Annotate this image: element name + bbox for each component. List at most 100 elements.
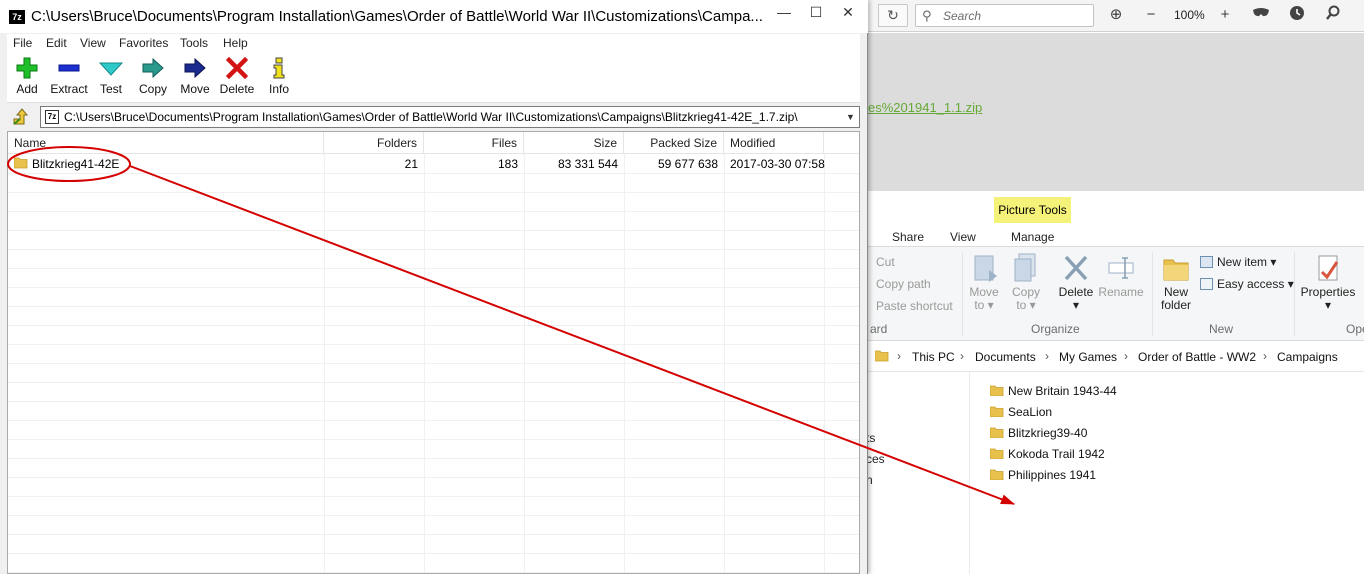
clipboard-group-label: ard (870, 322, 888, 336)
menu-favorites[interactable]: Favorites (119, 36, 168, 50)
column-name[interactable]: Name (8, 132, 324, 154)
add-button[interactable]: Add (11, 57, 43, 96)
browser-search-box[interactable]: ⚲ Search (915, 4, 1094, 27)
column-gridline (624, 154, 625, 573)
move-button[interactable]: Move (179, 57, 211, 96)
folder-item[interactable]: SeaLion (990, 405, 1052, 423)
paste-shortcut-button[interactable]: Paste shortcut (876, 299, 953, 313)
menu-help[interactable]: Help (223, 36, 248, 50)
breadcrumb-order-of-battle[interactable]: Order of Battle - WW2 (1138, 350, 1256, 364)
menu-tools[interactable]: Tools (180, 36, 208, 50)
window-title: C:\Users\Bruce\Documents\Program Install… (31, 8, 763, 25)
seven-zip-app-icon: 7z (9, 10, 25, 24)
breadcrumb-this-pc[interactable]: This PC (912, 350, 955, 364)
zoom-level[interactable]: 100% (1174, 8, 1205, 22)
row-gridline (8, 572, 859, 573)
maximize-icon: ☐ (809, 4, 823, 20)
delete-x-icon (1064, 255, 1088, 281)
folder-icon (990, 385, 1004, 396)
column-packed-size[interactable]: Packed Size (624, 132, 724, 154)
current-path: C:\Users\Bruce\Documents\Program Install… (64, 110, 798, 124)
check-down-icon (99, 62, 123, 76)
row-packed-size-cell: 59 677 638 (657, 157, 718, 171)
folder-item[interactable]: Kokoda Trail 1942 (990, 447, 1105, 465)
easy-access-button[interactable]: Easy access ▾ (1200, 277, 1294, 291)
minus-icon (58, 64, 80, 72)
column-files[interactable]: Files (424, 132, 524, 154)
copy-path-button[interactable]: Copy path (876, 277, 931, 291)
reload-icon: ↻ (887, 7, 899, 23)
zoom-out-icon[interactable]: − (1140, 5, 1162, 27)
organize-group-label: Organize (1031, 322, 1080, 336)
column-gridline (424, 154, 425, 573)
folder-icon (990, 406, 1004, 417)
search-icon[interactable] (1322, 5, 1344, 27)
folder-item[interactable]: Philippines 1941 (990, 468, 1096, 486)
row-gridline (8, 287, 859, 288)
breadcrumb-documents[interactable]: Documents (975, 350, 1036, 364)
ribbon-separator (962, 252, 963, 336)
rename-button[interactable]: Rename (1098, 252, 1144, 299)
row-gridline (8, 249, 859, 250)
download-link[interactable]: es%201941_1.1.zip (868, 100, 982, 115)
tab-share[interactable]: Share (892, 230, 924, 244)
file-list[interactable]: Name Folders Files Size Packed Size Modi… (7, 131, 860, 574)
title-bar[interactable]: 7z C:\Users\Bruce\Documents\Program Inst… (0, 0, 868, 33)
breadcrumb-campaigns[interactable]: Campaigns (1277, 350, 1338, 364)
row-size-cell: 83 331 544 (557, 157, 618, 171)
delete-x-icon (226, 57, 248, 79)
row-gridline (8, 515, 859, 516)
properties-button[interactable]: Properties ▾ (1298, 252, 1358, 312)
nav-item[interactable]: ces (866, 452, 885, 466)
toolbar: Add Extract Test Copy Move Delete Info (7, 53, 860, 103)
info-button[interactable]: Info (265, 57, 293, 96)
row-gridline (8, 192, 859, 193)
row-files-cell: 183 (497, 157, 518, 171)
folder-icon (990, 427, 1004, 438)
breadcrumb-my-games[interactable]: My Games (1059, 350, 1117, 364)
menu-view[interactable]: View (80, 36, 106, 50)
test-button[interactable]: Test (97, 57, 125, 96)
folder-up-icon[interactable] (11, 107, 31, 127)
crosshair-icon[interactable]: ⊕ (1105, 5, 1127, 27)
copy-button[interactable]: Copy (137, 57, 169, 96)
column-size[interactable]: Size (524, 132, 624, 154)
breadcrumb-separator-icon: › (1263, 349, 1267, 363)
row-gridline (8, 401, 859, 402)
breadcrumb-separator-icon: › (897, 349, 901, 363)
zoom-in-icon[interactable]: + (1214, 5, 1236, 27)
ribbon-separator (1294, 252, 1295, 336)
folder-item[interactable]: New Britain 1943-44 (990, 384, 1117, 402)
minimize-button[interactable]: — (768, 2, 800, 24)
path-combo-box[interactable]: 7z C:\Users\Bruce\Documents\Program Inst… (40, 106, 860, 128)
move-to-button[interactable]: Move to ▾ (966, 252, 1002, 312)
row-gridline (8, 496, 859, 497)
new-item-button[interactable]: New item ▾ (1200, 255, 1276, 269)
new-folder-button[interactable]: New folder (1156, 252, 1196, 312)
new-group-label: New (1209, 322, 1234, 336)
delete-button[interactable]: Delete (219, 57, 255, 96)
column-folders[interactable]: Folders (324, 132, 424, 154)
extract-button[interactable]: Extract (49, 57, 89, 96)
row-gridline (8, 534, 859, 535)
reload-button[interactable]: ↻ (878, 4, 908, 27)
folder-item[interactable]: Blitzkrieg39-40 (990, 426, 1087, 444)
open-group-label: Ope (1346, 322, 1364, 336)
tab-manage[interactable]: Manage (1011, 230, 1054, 244)
menu-file[interactable]: File (13, 36, 32, 50)
history-icon[interactable] (1286, 5, 1308, 27)
copy-to-button[interactable]: Copy to ▾ (1008, 252, 1044, 312)
row-gridline (8, 306, 859, 307)
menu-bar: File Edit View Favorites Tools Help (7, 34, 860, 53)
menu-edit[interactable]: Edit (46, 36, 67, 50)
delete-button[interactable]: Delete ▾ (1056, 252, 1096, 312)
easy-access-icon (1200, 278, 1213, 290)
chevron-down-icon[interactable]: ▼ (842, 107, 859, 127)
column-modified[interactable]: Modified (724, 132, 824, 154)
close-button[interactable]: ✕ (832, 2, 864, 24)
maximize-button[interactable]: ☐ (800, 2, 832, 24)
tab-view[interactable]: View (950, 230, 976, 244)
mask-icon[interactable] (1250, 5, 1272, 27)
row-name-cell: Blitzkrieg41-42E (8, 155, 324, 174)
cut-button[interactable]: Cut (876, 255, 895, 269)
